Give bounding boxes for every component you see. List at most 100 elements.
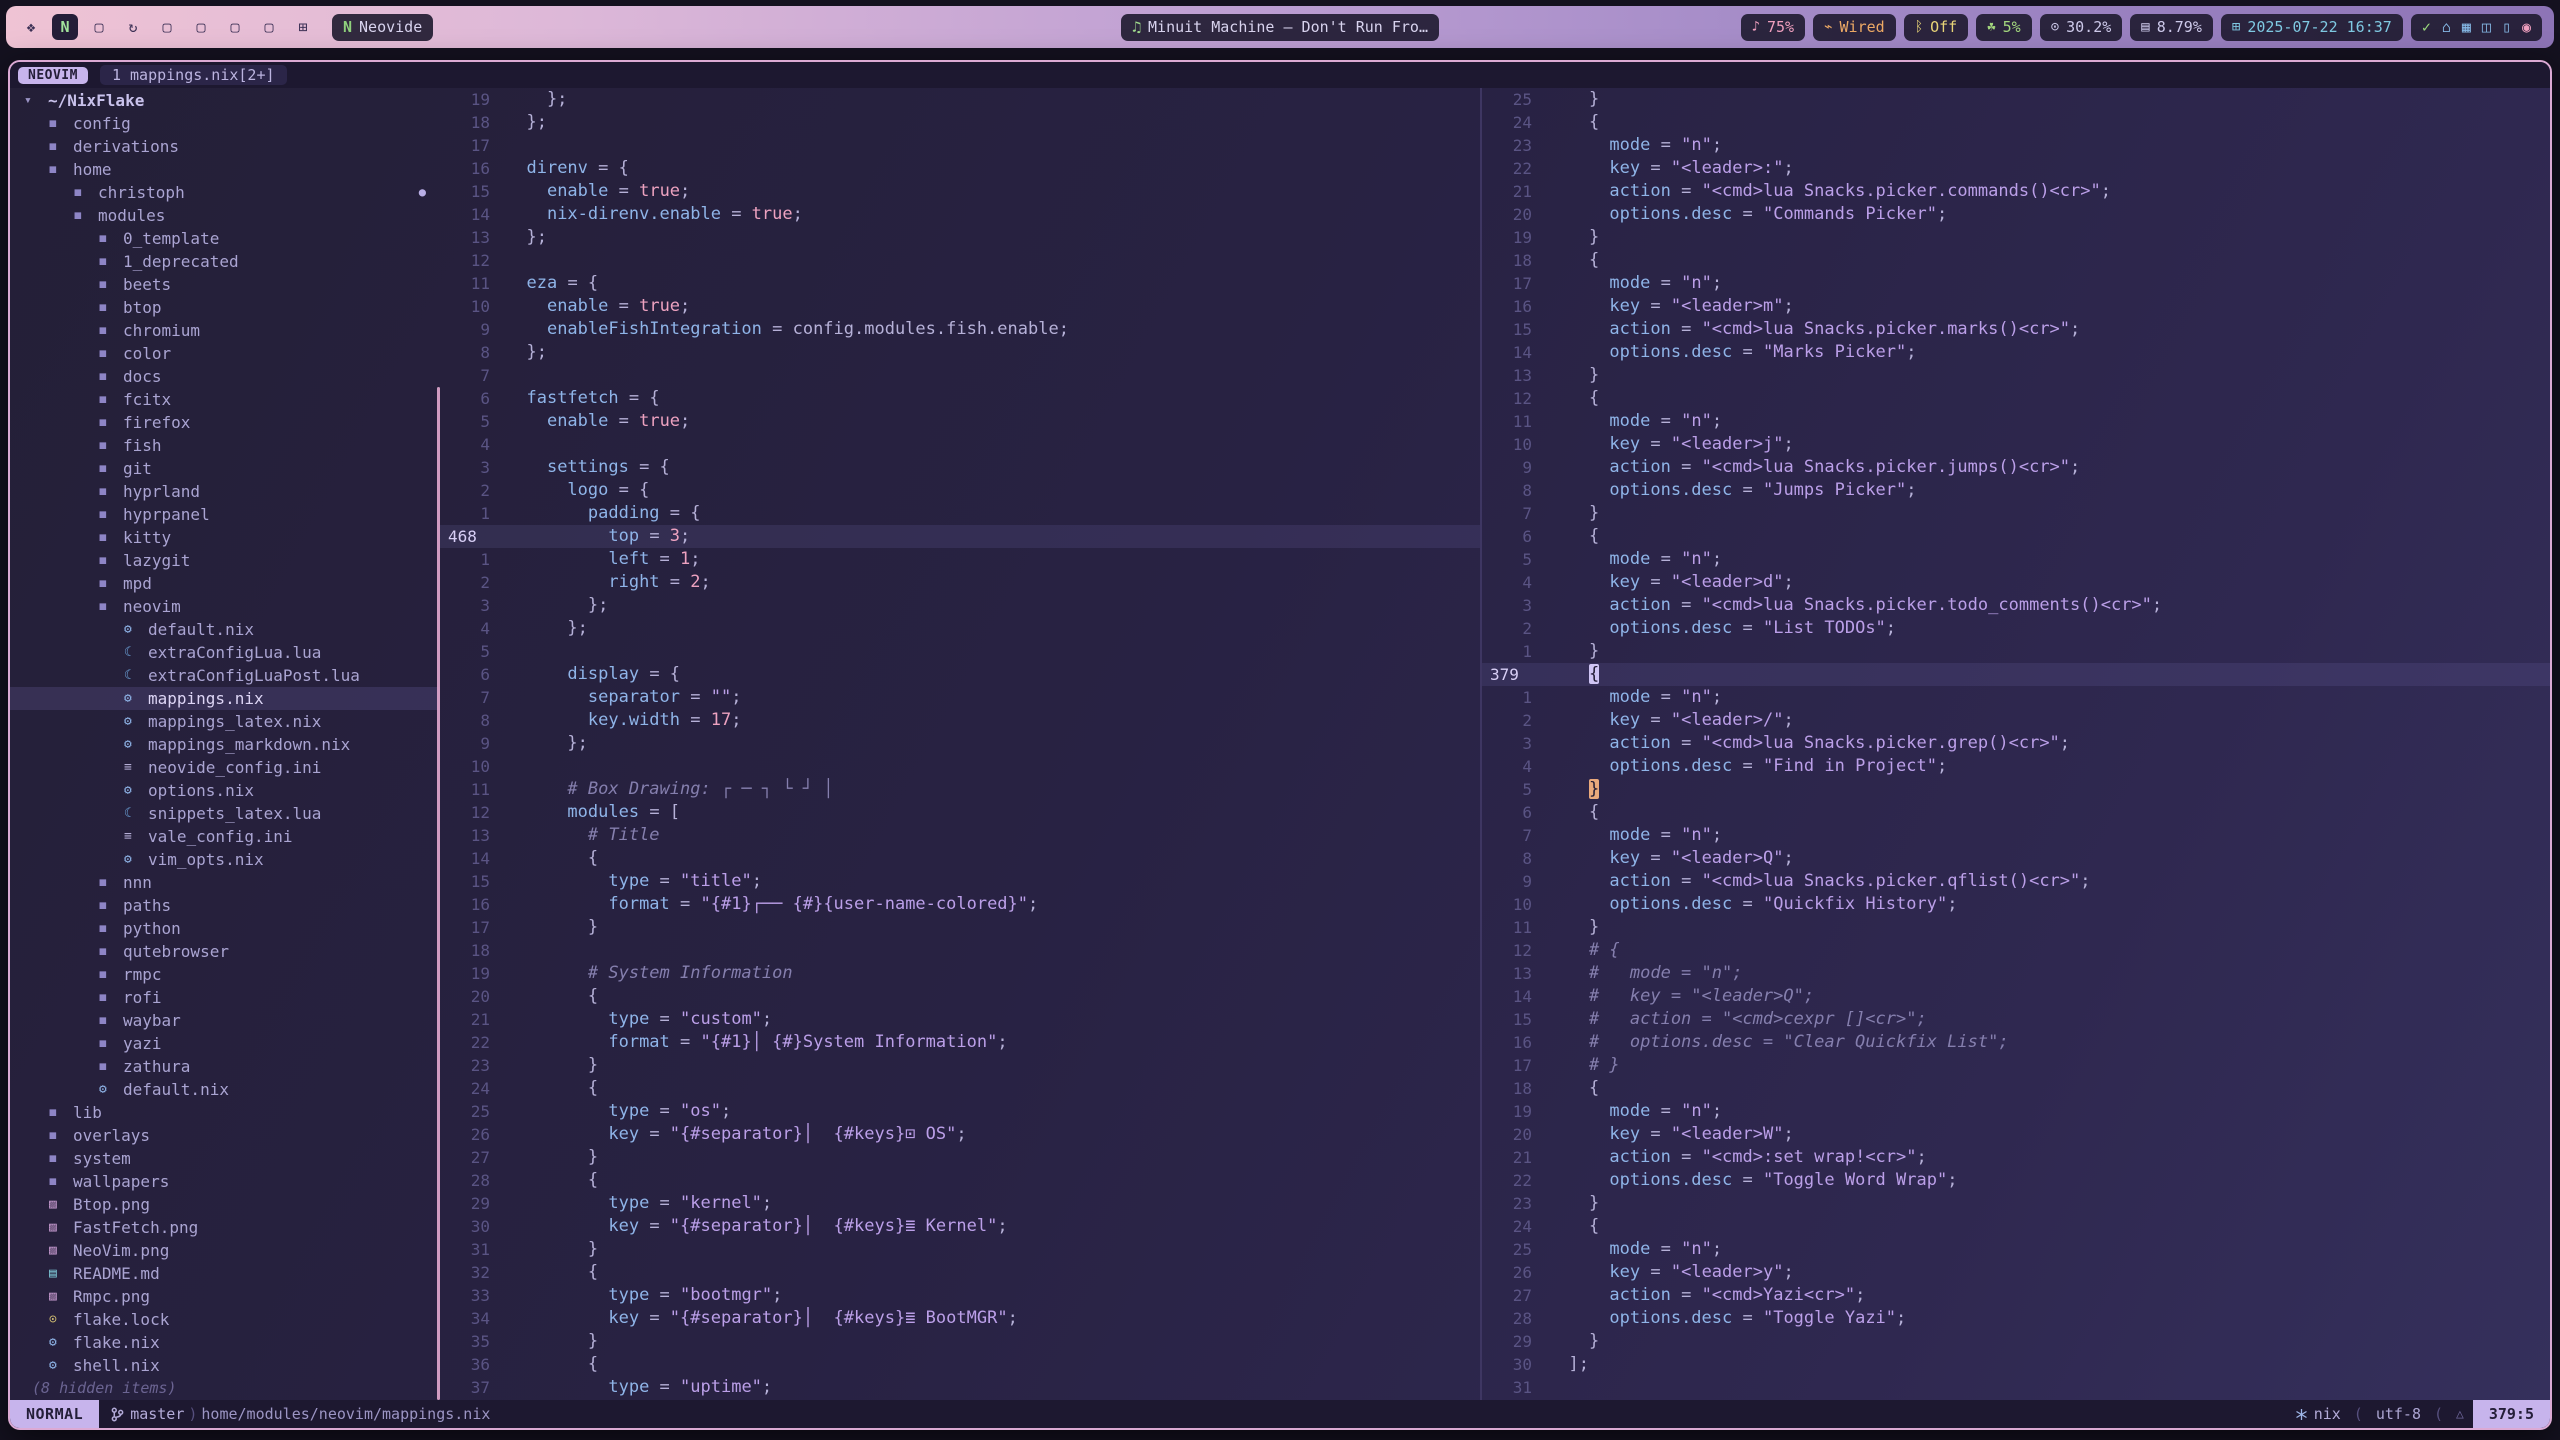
tree-item-qutebrowser[interactable]: ◼qutebrowser <box>10 940 440 963</box>
code-line[interactable]: 1 padding = { <box>440 502 1480 525</box>
code-line[interactable]: 16 # options.desc = "Clear Quickfix List… <box>1482 1031 2550 1054</box>
tree-item-kitty[interactable]: ◼kitty <box>10 526 440 549</box>
tree-item-nixflake[interactable]: ▾~/NixFlake <box>10 89 440 112</box>
code-line[interactable]: 3 action = "<cmd>lua Snacks.picker.grep(… <box>1482 732 2550 755</box>
bluetooth-module[interactable]: ᛒOff <box>1904 14 1969 41</box>
code-line[interactable]: 19 # System Information <box>440 962 1480 985</box>
tree-item-mpd[interactable]: ◼mpd <box>10 572 440 595</box>
workspace-7[interactable]: ▢ <box>222 14 248 40</box>
code-line[interactable]: 16 format = "{#1}┌── {#}{user-name-color… <box>440 893 1480 916</box>
code-line[interactable]: 21 type = "custom"; <box>440 1008 1480 1031</box>
tree-item-config[interactable]: ◼config <box>10 112 440 135</box>
tree-item-rofi[interactable]: ◼rofi <box>10 986 440 1009</box>
code-line[interactable]: 22 format = "{#1}│ {#}System Information… <box>440 1031 1480 1054</box>
code-line[interactable]: 3 }; <box>440 594 1480 617</box>
code-line[interactable]: 15 enable = true; <box>440 180 1480 203</box>
tree-item-1-deprecated[interactable]: ◼1_deprecated <box>10 250 440 273</box>
memory-module[interactable]: ▤8.79% <box>2130 14 2213 41</box>
tree-item-fcitx[interactable]: ◼fcitx <box>10 388 440 411</box>
code-line[interactable]: 16 direnv = { <box>440 157 1480 180</box>
tree-item-system[interactable]: ◼system <box>10 1147 440 1170</box>
clock-module[interactable]: ⊞2025-07-22 16:37 <box>2221 14 2403 41</box>
code-line[interactable]: 11 # Box Drawing: ┌ ─ ┐ └ ┘ │ <box>440 778 1480 801</box>
code-line[interactable]: 12 # { <box>1482 939 2550 962</box>
code-line[interactable]: 3 action = "<cmd>lua Snacks.picker.todo_… <box>1482 594 2550 617</box>
tree-item-zathura[interactable]: ◼zathura <box>10 1055 440 1078</box>
code-line[interactable]: 32 { <box>440 1261 1480 1284</box>
code-line[interactable]: 8 key = "<leader>Q"; <box>1482 847 2550 870</box>
tree-item-readme-md[interactable]: ▤README.md <box>10 1262 440 1285</box>
check-icon[interactable]: ✓ <box>2422 18 2431 36</box>
code-line[interactable]: 20 { <box>440 985 1480 1008</box>
code-line[interactable]: 14 { <box>440 847 1480 870</box>
code-line[interactable]: 11 eza = { <box>440 272 1480 295</box>
code-line[interactable]: 28 { <box>440 1169 1480 1192</box>
code-line[interactable]: 5 mode = "n"; <box>1482 548 2550 571</box>
tree-item-mappings-nix[interactable]: ⚙mappings.nix <box>10 687 440 710</box>
code-line[interactable]: 16 key = "<leader>m"; <box>1482 295 2550 318</box>
tree-item-fish[interactable]: ◼fish <box>10 434 440 457</box>
tree-item-vim-opts-nix[interactable]: ⚙vim_opts.nix <box>10 848 440 871</box>
tree-item-lib[interactable]: ◼lib <box>10 1101 440 1124</box>
code-line[interactable]: 15 action = "<cmd>lua Snacks.picker.mark… <box>1482 318 2550 341</box>
code-line[interactable]: 6 fastfetch = { <box>440 387 1480 410</box>
tree-item-docs[interactable]: ◼docs <box>10 365 440 388</box>
cpu-module[interactable]: ⊙30.2% <box>2040 14 2123 41</box>
tree-item-rmpc[interactable]: ◼rmpc <box>10 963 440 986</box>
network-module[interactable]: ⌁Wired <box>1813 14 1896 41</box>
code-line[interactable]: 20 options.desc = "Commands Picker"; <box>1482 203 2550 226</box>
code-line[interactable]: 10 key = "<leader>j"; <box>1482 433 2550 456</box>
tree-item-mappings-latex-nix[interactable]: ⚙mappings_latex.nix <box>10 710 440 733</box>
code-line[interactable]: 23 mode = "n"; <box>1482 134 2550 157</box>
code-line[interactable]: 13 } <box>1482 364 2550 387</box>
code-line[interactable]: 5 <box>440 640 1480 663</box>
media-pill[interactable]: ♫ Minuit Machine – Don't Run Fro… <box>1121 14 1439 41</box>
code-line[interactable]: 468 top = 3; <box>440 525 1480 548</box>
code-line[interactable]: 1 mode = "n"; <box>1482 686 2550 709</box>
code-line[interactable]: 8 key.width = 17; <box>440 709 1480 732</box>
code-line[interactable]: 18 { <box>1482 249 2550 272</box>
tree-item-extraconfiglua-lua[interactable]: ☾extraConfigLua.lua <box>10 641 440 664</box>
tree-item-shell-nix[interactable]: ⚙shell.nix <box>10 1354 440 1377</box>
code-line[interactable]: 25 mode = "n"; <box>1482 1238 2550 1261</box>
code-line[interactable]: 4 }; <box>440 617 1480 640</box>
tab-mappings-nix[interactable]: 1 mappings.nix[2+] <box>100 65 287 85</box>
code-line[interactable]: 14 # key = "<leader>Q"; <box>1482 985 2550 1008</box>
tree-item-neovim[interactable]: ◼neovim <box>10 595 440 618</box>
display-icon[interactable]: ⌂ <box>2442 18 2451 36</box>
tree-item-derivations[interactable]: ◼derivations <box>10 135 440 158</box>
battery-icon[interactable]: ▯ <box>2502 18 2511 36</box>
code-line[interactable]: 13 }; <box>440 226 1480 249</box>
code-line[interactable]: 2 logo = { <box>440 479 1480 502</box>
tree-item-git[interactable]: ◼git <box>10 457 440 480</box>
code-line[interactable]: 2 options.desc = "List TODOs"; <box>1482 617 2550 640</box>
tree-item-christoph[interactable]: ◼christoph● <box>10 181 440 204</box>
code-line[interactable]: 35 } <box>440 1330 1480 1353</box>
code-line[interactable]: 19 } <box>1482 226 2550 249</box>
code-line[interactable]: 21 action = "<cmd>lua Snacks.picker.comm… <box>1482 180 2550 203</box>
code-line[interactable]: 23 } <box>1482 1192 2550 1215</box>
tree-item-wallpapers[interactable]: ◼wallpapers <box>10 1170 440 1193</box>
code-line[interactable]: 37 type = "uptime"; <box>440 1376 1480 1399</box>
editor-pane-right[interactable]: 25 }24 {23 mode = "n";22 key = "<leader>… <box>1482 88 2550 1400</box>
tree-item-flake-lock[interactable]: ⊙flake.lock <box>10 1308 440 1331</box>
code-line[interactable]: 24 { <box>440 1077 1480 1100</box>
tree-item-mappings-markdown-nix[interactable]: ⚙mappings_markdown.nix <box>10 733 440 756</box>
code-line[interactable]: 18 }; <box>440 111 1480 134</box>
code-line[interactable]: 33 type = "bootmgr"; <box>440 1284 1480 1307</box>
code-line[interactable]: 6 { <box>1482 525 2550 548</box>
code-line[interactable]: 25 type = "os"; <box>440 1100 1480 1123</box>
tree-item-btop-png[interactable]: ▨Btop.png <box>10 1193 440 1216</box>
code-line[interactable]: 9 action = "<cmd>lua Snacks.picker.jumps… <box>1482 456 2550 479</box>
workspace-2[interactable]: N <box>52 14 78 40</box>
code-line[interactable]: 27 action = "<cmd>Yazi<cr>"; <box>1482 1284 2550 1307</box>
code-line[interactable]: 17 } <box>440 916 1480 939</box>
tree-item-overlays[interactable]: ◼overlays <box>10 1124 440 1147</box>
code-line[interactable]: 5 } <box>1482 778 2550 801</box>
code-line[interactable]: 19 }; <box>440 88 1480 111</box>
tree-item-hyprland[interactable]: ◼hyprland <box>10 480 440 503</box>
code-line[interactable]: 14 nix-direnv.enable = true; <box>440 203 1480 226</box>
code-line[interactable]: 24 { <box>1482 111 2550 134</box>
code-line[interactable]: 7 } <box>1482 502 2550 525</box>
tree-item-0-template[interactable]: ◼0_template <box>10 227 440 250</box>
